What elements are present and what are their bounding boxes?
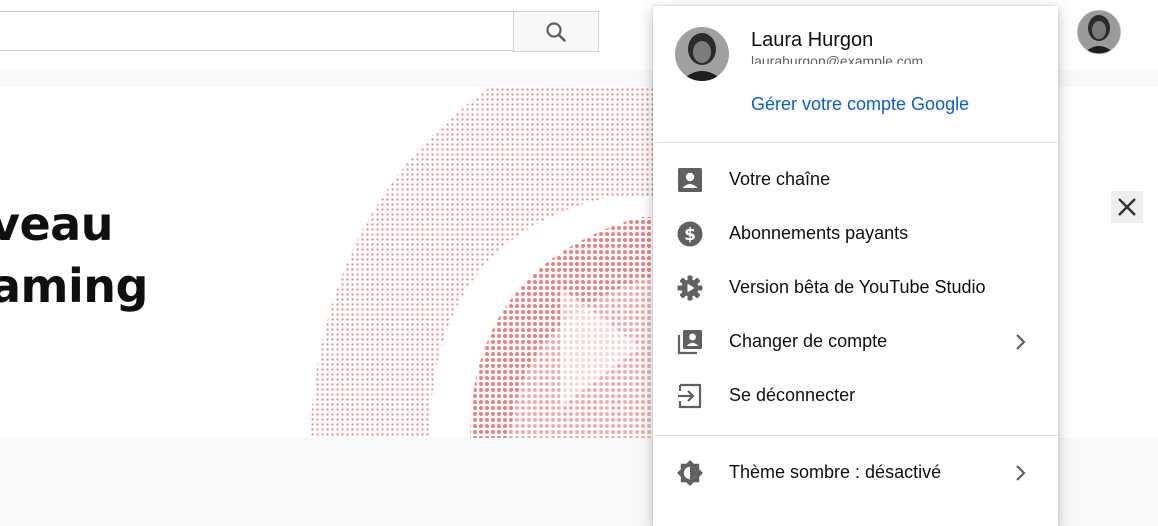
banner-headline-line1: veau: [0, 197, 113, 251]
switch-account-icon: [677, 330, 702, 355]
menu-item-label: Votre chaîne: [729, 169, 831, 189]
gear-icon: [677, 275, 703, 301]
menu-item-dark-theme[interactable]: Thème sombre : désactivé: [653, 446, 1058, 500]
avatar: [1077, 10, 1121, 54]
dollar-circle-icon: $: [677, 221, 703, 247]
menu-divider: [653, 435, 1058, 436]
chevron-right-icon: [1016, 334, 1026, 350]
account-menu: Laura Hurgon laurahurgon@example.com Gér…: [653, 6, 1058, 526]
menu-item-label: Changer de compte: [729, 331, 888, 351]
search-input[interactable]: [0, 11, 514, 51]
menu-item-label: Se déconnecter: [729, 385, 856, 405]
avatar: [675, 27, 729, 81]
account-avatar-button[interactable]: [1077, 10, 1121, 54]
close-icon: [1118, 198, 1136, 216]
svg-text:$: $: [684, 225, 696, 245]
chevron-right-icon: [1016, 465, 1026, 481]
user-name: Laura Hurgon: [751, 29, 874, 51]
banner-headline-line2: aming: [0, 259, 148, 313]
account-menu-header: Laura Hurgon laurahurgon@example.com Gér…: [653, 6, 1058, 143]
menu-item-label: Version bêta de YouTube Studio: [729, 277, 986, 297]
sign-out-icon: [678, 383, 702, 409]
menu-item-your-channel[interactable]: Votre chaîne: [653, 153, 1058, 207]
menu-item-sign-out[interactable]: Se déconnecter: [653, 369, 1058, 423]
menu-item-label: Thème sombre : désactivé: [729, 462, 942, 482]
dark-theme-icon: [677, 460, 703, 486]
menu-item-paid-memberships[interactable]: $ Abonnements payants: [653, 207, 1058, 261]
search-icon: [546, 21, 566, 42]
menu-item-switch-account[interactable]: Changer de compte: [653, 315, 1058, 369]
user-email: laurahurgon@example.com: [751, 56, 924, 64]
menu-avatar: [675, 27, 729, 81]
close-banner-button[interactable]: [1111, 191, 1143, 223]
manage-google-account-link[interactable]: Gérer votre compte Google: [751, 94, 969, 115]
search-button[interactable]: [513, 11, 599, 52]
person-box-icon: [678, 168, 702, 192]
menu-item-label: Abonnements payants: [729, 223, 909, 243]
menu-item-youtube-studio-beta[interactable]: Version bêta de YouTube Studio: [653, 261, 1058, 315]
banner-dotted-illustration: [310, 87, 670, 438]
banner-headline: veau aming: [0, 193, 148, 317]
